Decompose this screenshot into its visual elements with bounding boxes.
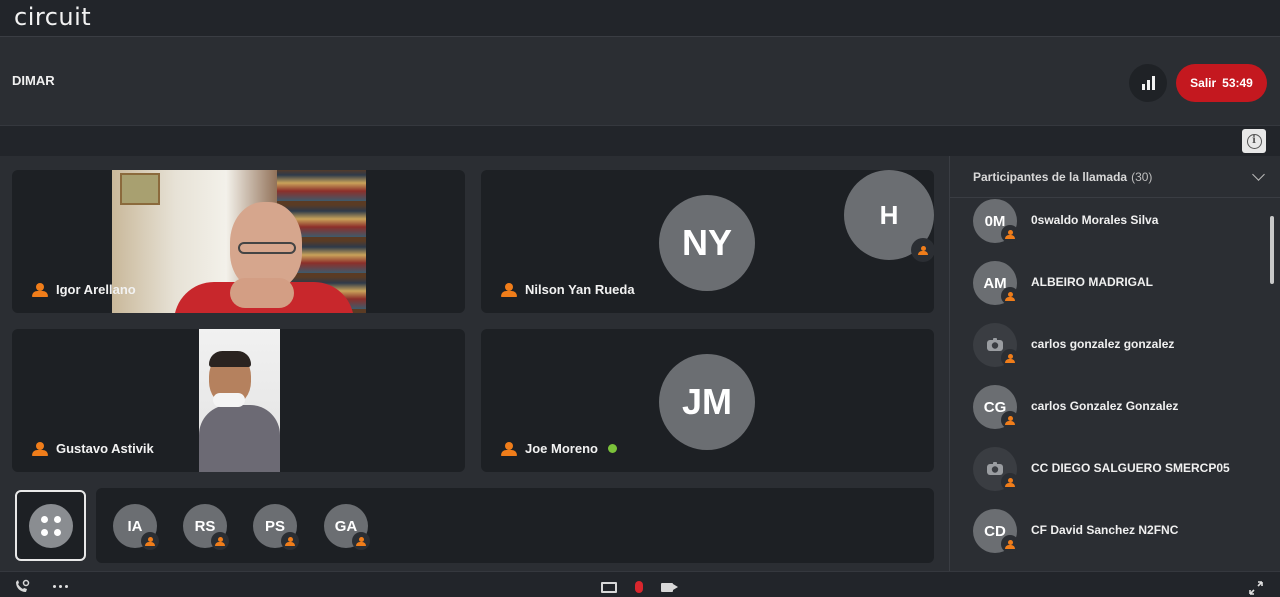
- participant-name: Gustavo Astivik: [56, 441, 154, 456]
- participants-panel: Participantes de la llamada (30) 0M 0swa…: [949, 156, 1280, 571]
- participant-label: Nilson Yan Rueda: [501, 282, 635, 297]
- person-icon: [356, 536, 366, 546]
- participant-tile[interactable]: Gustavo Astivik: [12, 329, 465, 472]
- filmstrip: IA RS PS GA: [96, 488, 934, 563]
- presence-badge: [1001, 535, 1019, 553]
- presence-badge: [141, 532, 159, 550]
- person-icon: [1005, 477, 1015, 487]
- participant-row[interactable]: carlos gonzalez gonzalez: [950, 323, 1270, 385]
- person-icon: [918, 245, 928, 255]
- participant-row[interactable]: CD CF David Sanchez N2FNC: [950, 509, 1270, 571]
- info-bar: i: [0, 125, 1280, 156]
- app-header: circuit: [0, 0, 1280, 37]
- video-stage: Igor Arellano NY Nilson Yan Rueda H Gust…: [0, 156, 948, 571]
- phone-icon: [987, 338, 1003, 351]
- participant-label: Igor Arellano: [32, 282, 136, 297]
- presence-badge: [1001, 349, 1019, 367]
- person-icon: [145, 536, 155, 546]
- screen-share-icon[interactable]: [601, 582, 617, 593]
- call-header: DIMAR Salir 53:49: [0, 37, 1280, 125]
- participants-list: 0M 0swaldo Morales Silva AM ALBEIRO MADR…: [950, 199, 1270, 571]
- participants-scrollbar[interactable]: [1270, 216, 1274, 284]
- participant-name: ALBEIRO MADRIGAL: [1031, 275, 1153, 289]
- presence-badge: [1001, 411, 1019, 429]
- presence-badge: [211, 532, 229, 550]
- app-logo: circuit: [14, 3, 92, 31]
- person-icon: [1005, 415, 1015, 425]
- online-status-indicator: [607, 444, 617, 453]
- person-icon: [1005, 539, 1015, 549]
- info-icon: i: [1246, 133, 1262, 149]
- participant-row[interactable]: CC DIEGO SALGUERO SMERCP05: [950, 447, 1270, 509]
- mic-muted-icon[interactable]: [635, 581, 643, 593]
- participant-name: CC DIEGO SALGUERO SMERCP05: [1031, 461, 1230, 475]
- avatar: NY: [659, 195, 755, 291]
- participants-header[interactable]: Participantes de la llamada (30): [950, 156, 1280, 198]
- participant-row[interactable]: 0M 0swaldo Morales Silva: [950, 199, 1270, 261]
- layout-toggle-button[interactable]: [15, 490, 86, 561]
- phone-settings-icon[interactable]: [14, 579, 30, 593]
- participant-name: CF David Sanchez N2FNC: [1031, 523, 1179, 537]
- presence-badge: [281, 532, 299, 550]
- camera-icon[interactable]: [661, 583, 678, 592]
- participant-tile[interactable]: JM Joe Moreno: [481, 329, 934, 472]
- phone-icon: [987, 462, 1003, 475]
- participant-name: Igor Arellano: [56, 282, 136, 297]
- person-icon: [501, 441, 517, 456]
- person-icon: [1005, 291, 1015, 301]
- person-icon: [215, 536, 225, 546]
- participants-title: Participantes de la llamada: [973, 169, 1128, 184]
- call-controls-bar: [0, 571, 1280, 597]
- presence-badge: [1001, 225, 1019, 243]
- participant-row[interactable]: AM ALBEIRO MADRIGAL: [950, 261, 1270, 323]
- person-icon: [32, 441, 48, 456]
- call-timer: 53:49: [1222, 76, 1253, 90]
- participant-name: carlos gonzalez gonzalez: [1031, 337, 1175, 351]
- presence-badge: [911, 238, 934, 262]
- participant-label: Gustavo Astivik: [32, 441, 154, 456]
- participant-tile[interactable]: NY Nilson Yan Rueda H: [481, 170, 934, 313]
- participant-row[interactable]: CG carlos Gonzalez Gonzalez: [950, 385, 1270, 447]
- video-feed: [199, 329, 280, 472]
- call-quality-button[interactable]: [1129, 64, 1167, 102]
- leave-call-button[interactable]: Salir 53:49: [1176, 64, 1267, 102]
- video-feed: [112, 170, 366, 313]
- presence-badge: [1001, 473, 1019, 491]
- participant-name: Joe Moreno: [525, 441, 598, 456]
- participant-name: Nilson Yan Rueda: [525, 282, 635, 297]
- person-icon: [32, 282, 48, 297]
- person-icon: [1005, 353, 1015, 363]
- presence-badge: [352, 532, 370, 550]
- person-icon: [501, 282, 517, 297]
- fullscreen-icon[interactable]: [1249, 581, 1263, 595]
- avatar: JM: [659, 354, 755, 450]
- leave-label: Salir: [1190, 76, 1217, 90]
- presence-badge: [1001, 287, 1019, 305]
- participants-count: (30): [1131, 169, 1153, 184]
- grid-icon: [28, 503, 73, 548]
- info-button[interactable]: i: [1242, 129, 1266, 153]
- person-icon: [285, 536, 295, 546]
- person-icon: [1005, 229, 1015, 239]
- more-options-icon[interactable]: [53, 585, 68, 588]
- signal-icon: [1141, 84, 1145, 90]
- conversation-title: DIMAR: [12, 73, 55, 88]
- participant-tile[interactable]: Igor Arellano: [12, 170, 465, 313]
- chevron-down-icon: [1252, 168, 1265, 181]
- participant-name: 0swaldo Morales Silva: [1031, 213, 1159, 227]
- participant-name: carlos Gonzalez Gonzalez: [1031, 399, 1179, 413]
- participant-label: Joe Moreno: [501, 441, 617, 456]
